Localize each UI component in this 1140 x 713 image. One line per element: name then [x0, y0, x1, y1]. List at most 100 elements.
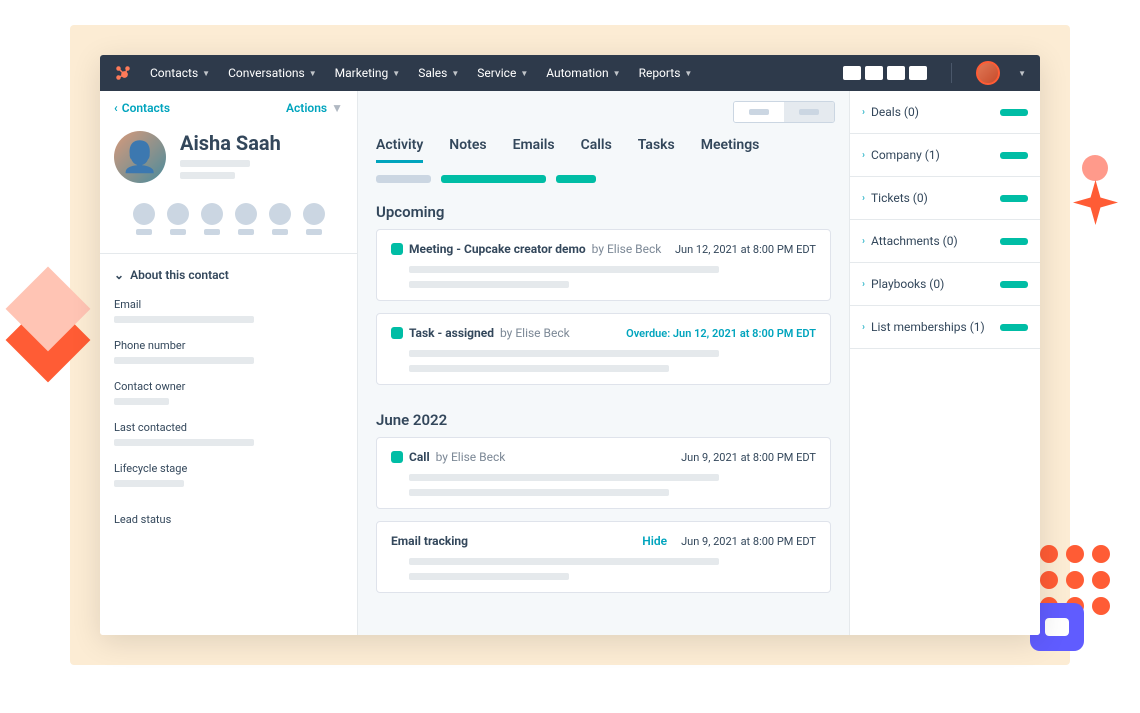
placeholder — [409, 489, 669, 496]
chevron-down-icon: ▼ — [613, 69, 621, 78]
field-label: Contact owner — [114, 380, 343, 393]
field-phone: Phone number — [100, 331, 357, 372]
panel-deals[interactable]: ›Deals (0) — [850, 91, 1040, 134]
panel-action[interactable] — [1000, 109, 1028, 116]
activity-card-email[interactable]: Email tracking Hide Jun 9, 2021 at 8:00 … — [376, 521, 831, 593]
nav-marketing-label: Marketing — [335, 66, 389, 80]
decoration-star — [1073, 180, 1118, 225]
field-lifecycle: Lifecycle stage — [100, 454, 357, 495]
panel-list-memberships[interactable]: ›List memberships (1) — [850, 306, 1040, 349]
chevron-down-icon: ▼ — [451, 69, 459, 78]
hubspot-logo[interactable] — [114, 64, 132, 82]
panel-label: List memberships (1) — [871, 320, 985, 334]
chevron-right-icon: › — [862, 193, 865, 204]
action-button-1[interactable] — [133, 203, 155, 235]
filter-pill-3[interactable] — [556, 175, 596, 183]
chevron-down-icon: ▼ — [520, 69, 528, 78]
top-nav: Contacts▼ Conversations▼ Marketing▼ Sale… — [100, 55, 1040, 91]
section-upcoming-title: Upcoming — [358, 189, 849, 229]
filter-pill-2[interactable] — [441, 175, 546, 183]
panel-label: Company (1) — [871, 148, 940, 162]
panel-playbooks[interactable]: › Playbooks (0) — [850, 263, 1040, 306]
placeholder — [114, 439, 254, 446]
chevron-down-icon: ▼ — [684, 69, 692, 78]
chevron-down-icon: ▼ — [309, 69, 317, 78]
nav-marketing[interactable]: Marketing▼ — [335, 66, 401, 80]
field-email: Email — [100, 290, 357, 331]
filter-pill-1[interactable] — [376, 175, 431, 183]
placeholder — [409, 474, 719, 481]
action-button-2[interactable] — [167, 203, 189, 235]
panel-label: Playbooks (0) — [871, 277, 944, 291]
card-date: Jun 12, 2021 at 8:00 PM EDT — [675, 243, 816, 256]
contact-action-row — [100, 197, 357, 253]
contact-avatar[interactable] — [114, 131, 166, 183]
tab-tasks[interactable]: Tasks — [638, 137, 675, 163]
chevron-down-icon: ▼ — [202, 69, 210, 78]
placeholder — [409, 573, 569, 580]
tab-emails[interactable]: Emails — [513, 137, 555, 163]
chevron-down-icon[interactable]: ▼ — [1018, 69, 1026, 78]
tab-notes[interactable]: Notes — [449, 137, 486, 163]
nav-conversations-label: Conversations — [228, 66, 305, 80]
nav-util-2[interactable] — [865, 66, 883, 80]
nav-sales[interactable]: Sales ▼ — [418, 66, 459, 80]
nav-reports[interactable]: Reports▼ — [639, 66, 693, 80]
activity-filters — [358, 163, 849, 189]
chevron-down-icon: ▼ — [392, 69, 400, 78]
app-window: Contacts▼ Conversations▼ Marketing▼ Sale… — [100, 55, 1040, 635]
panel-label: Tickets (0) — [871, 191, 928, 205]
activity-card-meeting[interactable]: Meeting - Cupcake creator demo by Elise … — [376, 229, 831, 301]
panel-attachments[interactable]: ›Attachments (0) — [850, 220, 1040, 263]
placeholder — [409, 281, 569, 288]
nav-conversations[interactable]: Conversations ▼ — [228, 66, 317, 80]
panel-label: Deals (0) — [871, 105, 919, 119]
activity-badge-icon — [391, 327, 403, 339]
card-by: by Elise Beck — [436, 450, 506, 464]
panel-company[interactable]: ›Company (1) — [850, 134, 1040, 177]
placeholder — [114, 357, 254, 364]
activity-card-call[interactable]: Call by Elise Beck Jun 9, 2021 at 8:00 P… — [376, 437, 831, 509]
activity-card-task[interactable]: Task - assigned by Elise Beck Overdue: J… — [376, 313, 831, 385]
about-label: About this contact — [130, 268, 229, 282]
view-segmented-control[interactable] — [733, 101, 835, 123]
panel-action[interactable] — [1000, 324, 1028, 331]
back-to-contacts[interactable]: ‹ Contacts — [114, 101, 170, 115]
tab-calls[interactable]: Calls — [581, 137, 612, 163]
nav-utility-icons — [843, 66, 927, 80]
hide-link[interactable]: Hide — [642, 534, 667, 548]
action-button-5[interactable] — [269, 203, 291, 235]
activity-tabs: Activity Notes Emails Calls Tasks Meetin… — [358, 133, 849, 163]
field-label: Lead status — [114, 513, 343, 526]
placeholder — [180, 172, 235, 179]
about-contact-toggle[interactable]: ⌄ About this contact — [100, 254, 357, 290]
panel-action[interactable] — [1000, 195, 1028, 202]
nav-contacts[interactable]: Contacts ▼ — [150, 66, 210, 80]
nav-util-3[interactable] — [887, 66, 905, 80]
card-by: by Elise Beck — [500, 326, 570, 340]
panel-tickets[interactable]: › Tickets (0) — [850, 177, 1040, 220]
chevron-down-icon: ▼ — [331, 101, 343, 115]
panel-action[interactable] — [1000, 281, 1028, 288]
chevron-right-icon: › — [862, 279, 865, 290]
panel-action[interactable] — [1000, 238, 1028, 245]
action-button-4[interactable] — [235, 203, 257, 235]
activity-badge-icon — [391, 243, 403, 255]
actions-dropdown[interactable]: Actions ▼ — [286, 101, 343, 115]
nav-contacts-label: Contacts — [150, 66, 198, 80]
nav-util-1[interactable] — [843, 66, 861, 80]
field-lead-status: Lead status — [100, 495, 357, 539]
panel-action[interactable] — [1000, 152, 1028, 159]
field-label: Phone number — [114, 339, 343, 352]
nav-service-label: Service — [477, 66, 516, 80]
action-button-3[interactable] — [201, 203, 223, 235]
tab-meetings[interactable]: Meetings — [701, 137, 760, 163]
nav-service[interactable]: Service ▼ — [477, 66, 528, 80]
nav-sales-label: Sales — [418, 66, 447, 80]
nav-automation[interactable]: Automation▼ — [546, 66, 620, 80]
user-avatar[interactable] — [976, 61, 1000, 85]
tab-activity[interactable]: Activity — [376, 137, 423, 163]
action-button-6[interactable] — [303, 203, 325, 235]
card-title: Email tracking — [391, 534, 468, 548]
nav-util-4[interactable] — [909, 66, 927, 80]
